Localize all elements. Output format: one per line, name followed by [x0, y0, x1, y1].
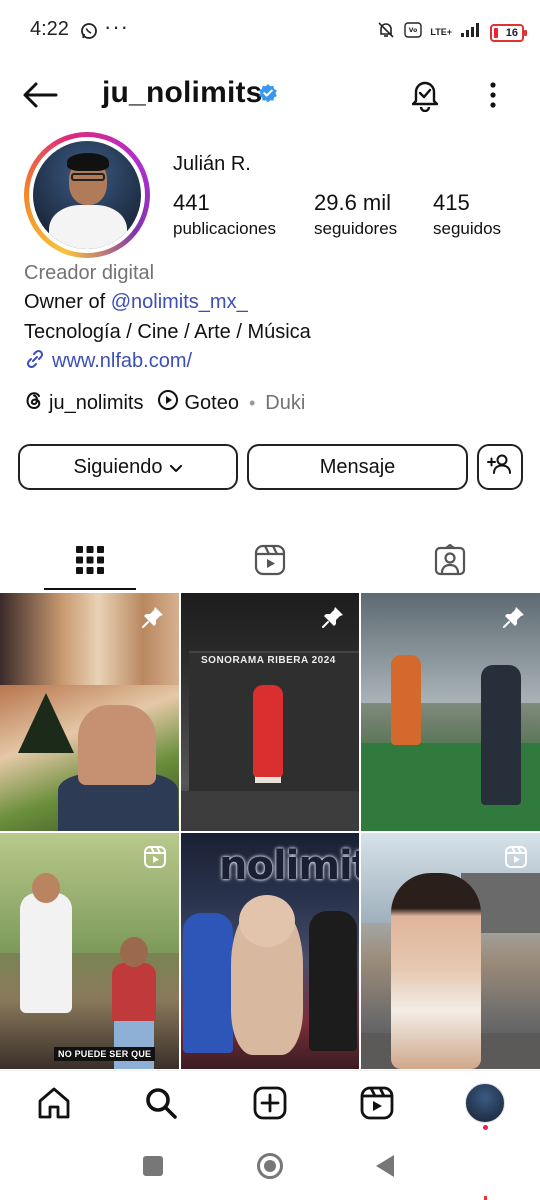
link-icon — [24, 348, 46, 375]
following-count-value: 415 — [433, 190, 470, 215]
system-navigation-bar — [0, 1134, 540, 1200]
bio-mention-link[interactable]: @nolimits_mx_ — [111, 291, 248, 313]
bio-line-2: Tecnología / Cine / Arte / Música — [24, 321, 311, 343]
back-button[interactable] — [20, 80, 60, 110]
grid-post[interactable] — [361, 593, 540, 831]
mute-icon — [376, 20, 396, 45]
threads-handle: ju_nolimits — [49, 391, 144, 414]
post-banner-text: SONORAMA RIBERA 2024 — [201, 655, 336, 666]
bio-line-1: Owner of @nolimits_mx_ — [24, 291, 248, 314]
more-notifications-icon: ··· — [104, 14, 129, 39]
profile-chips: ju_nolimits Goteo • Duki — [24, 390, 305, 416]
profile-avatar[interactable] — [24, 132, 150, 258]
profile-header: ju_nolimits — [0, 70, 540, 120]
grid-post[interactable]: SONORAMA RIBERA 2024 — [181, 593, 359, 831]
nav-create[interactable] — [250, 1083, 290, 1123]
signal-icon — [460, 22, 482, 43]
create-icon — [253, 1086, 287, 1120]
bottom-navigation — [0, 1070, 540, 1134]
message-button[interactable]: Mensaje — [247, 444, 468, 490]
active-tab-indicator — [44, 588, 136, 590]
volte-icon: Vo — [404, 21, 423, 44]
posts-grid: SONORAMA RIBERA 2024 NO PUEDE SER QUE no… — [0, 593, 540, 1069]
reels-icon — [254, 544, 286, 576]
following-label: Siguiendo — [73, 455, 163, 478]
reels-icon — [360, 1086, 394, 1120]
status-bar: 4:22 ··· Vo LTE+ 16 — [0, 0, 540, 64]
followers-count[interactable]: 29.6 mil seguidores — [314, 190, 397, 239]
back-arrow-icon — [23, 82, 58, 108]
following-count[interactable]: 415 seguidos — [433, 190, 501, 239]
nav-home[interactable] — [34, 1083, 74, 1123]
grid-post[interactable]: NO PUEDE SER QUE — [0, 833, 179, 1069]
posts-count-label: publicaciones — [173, 219, 277, 238]
nav-search[interactable] — [141, 1083, 181, 1123]
music-chip[interactable]: Goteo — [157, 389, 239, 417]
status-time: 4:22 — [30, 18, 69, 40]
reel-badge-icon — [143, 845, 167, 874]
home-icon — [38, 1087, 70, 1119]
bio-prefix: Owner of — [24, 291, 111, 313]
notifications-button[interactable] — [408, 76, 442, 113]
nav-reels[interactable] — [357, 1083, 397, 1123]
pin-icon — [141, 605, 165, 634]
tab-tagged[interactable] — [360, 530, 540, 590]
reel-badge-icon — [504, 845, 528, 874]
post-caption: NO PUEDE SER QUE — [54, 1047, 156, 1061]
post-logo-text: nolimits — [219, 843, 359, 889]
grid-post[interactable] — [0, 593, 179, 831]
music-separator: • — [248, 392, 256, 413]
edge-indicator — [484, 1196, 487, 1200]
home-button[interactable] — [257, 1153, 283, 1179]
profile-tabs — [0, 530, 540, 592]
grid-icon — [76, 546, 104, 574]
svg-text:Vo: Vo — [409, 27, 417, 34]
profile-link-text: www.nlfab.com/ — [52, 350, 193, 372]
posts-count-value: 441 — [173, 190, 210, 215]
profile-category: Creador digital — [24, 262, 155, 284]
message-label: Mensaje — [319, 455, 396, 478]
music-artist: Duki — [265, 391, 306, 414]
battery-indicator: 16 — [490, 23, 527, 42]
notification-bell-icon — [411, 81, 439, 113]
tab-grid[interactable] — [0, 530, 180, 590]
followers-count-label: seguidores — [314, 219, 398, 238]
grid-post[interactable] — [361, 833, 540, 1069]
more-vertical-icon — [490, 82, 496, 108]
network-type: LTE+ — [430, 27, 452, 37]
pin-icon — [502, 605, 526, 634]
notification-dot — [483, 1125, 488, 1130]
battery-level: 16 — [505, 26, 518, 39]
posts-count[interactable]: 441 publicaciones — [173, 190, 276, 239]
chevron-down-icon — [170, 456, 183, 479]
grid-post[interactable]: nolimits — [181, 833, 359, 1069]
following-count-label: seguidos — [433, 219, 502, 238]
tagged-icon — [434, 544, 466, 576]
pin-icon — [321, 605, 345, 634]
music-title: Goteo — [184, 391, 239, 414]
back-system-button[interactable] — [376, 1155, 394, 1177]
whatsapp-icon — [80, 22, 98, 45]
following-button[interactable]: Siguiendo — [18, 444, 238, 490]
play-circle-icon — [157, 389, 179, 417]
suggested-users-button[interactable] — [477, 444, 523, 490]
search-icon — [146, 1088, 177, 1119]
verified-badge-icon — [258, 83, 278, 108]
threads-icon — [24, 389, 44, 417]
add-person-icon — [487, 452, 513, 482]
followers-count-value: 29.6 mil — [314, 190, 392, 215]
profile-avatar-icon — [465, 1083, 505, 1123]
threads-chip[interactable]: ju_nolimits — [24, 389, 143, 417]
profile-link[interactable]: www.nlfab.com/ — [24, 348, 192, 375]
more-options-button[interactable] — [482, 78, 504, 112]
recents-button[interactable] — [143, 1156, 163, 1176]
profile-username: ju_nolimits — [102, 76, 263, 109]
avatar-photo — [33, 141, 141, 249]
profile-full-name: Julián R. — [173, 153, 251, 175]
nav-profile[interactable] — [465, 1083, 505, 1123]
tab-reels[interactable] — [180, 530, 360, 590]
